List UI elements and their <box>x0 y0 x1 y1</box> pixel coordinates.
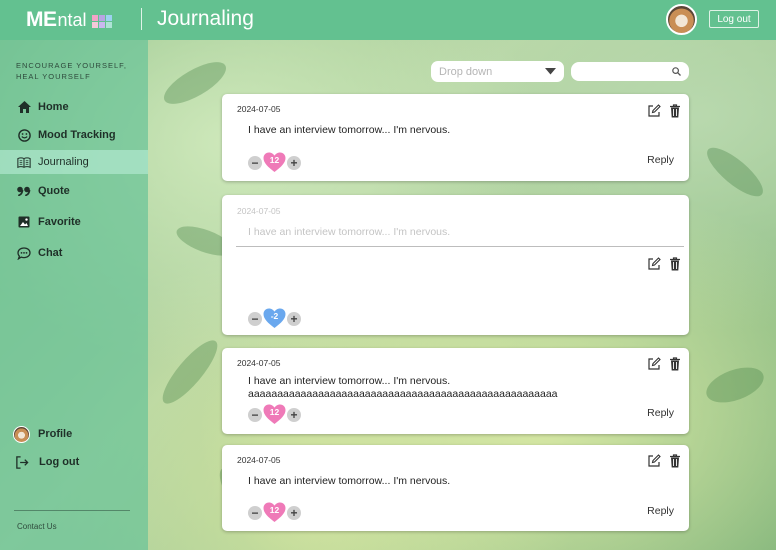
dropdown-placeholder: Drop down <box>439 65 493 78</box>
entry-text: I have an interview tomorrow... I'm nerv… <box>248 375 451 387</box>
sidebar-item-label: Mood Tracking <box>38 129 116 141</box>
entry-text: I have an interview tomorrow... I'm nerv… <box>248 475 451 487</box>
sidebar-item-home[interactable]: Home <box>0 95 148 119</box>
entry-text: I have an interview tomorrow... I'm nerv… <box>248 124 451 136</box>
trash-icon[interactable] <box>669 257 681 271</box>
logout-icon <box>15 455 29 469</box>
heart-score: 12 <box>263 502 286 523</box>
search-icon <box>672 67 681 76</box>
vote-control: − 12 + <box>248 502 301 523</box>
score-value: -2 <box>270 311 279 321</box>
profile-avatar <box>13 425 30 443</box>
sidebar-item-label: Favorite <box>38 216 81 228</box>
top-bar: ME ntal Journaling Log out <box>0 0 776 40</box>
edit-underline <box>236 246 684 247</box>
sidebar-item-label: Chat <box>38 247 63 259</box>
edit-icon[interactable] <box>647 357 661 371</box>
vote-control: − 12 + <box>248 404 301 425</box>
sidebar-item-favorite[interactable]: Favorite <box>0 210 148 234</box>
entry-edit-input[interactable]: I have an interview tomorrow... I'm nerv… <box>248 226 450 239</box>
entry-date: 2024-07-05 <box>237 455 281 465</box>
entry-date: 2024-07-05 <box>237 104 281 114</box>
upvote-button[interactable]: + <box>287 155 301 170</box>
score-value: 12 <box>269 407 280 417</box>
trash-icon[interactable] <box>669 104 681 118</box>
entry-date: 2024-07-05 <box>237 206 281 216</box>
reply-button[interactable]: Reply <box>647 407 674 419</box>
header-divider <box>141 8 142 30</box>
sidebar-item-label: Profile <box>38 428 73 440</box>
journal-entry-card: 2024-07-05 I have an interview tomorrow.… <box>222 94 689 181</box>
score-value: 12 <box>269 155 280 165</box>
logo-text: ntal <box>57 9 87 30</box>
upvote-button[interactable]: + <box>287 407 301 422</box>
edit-icon[interactable] <box>647 257 661 271</box>
edit-icon[interactable] <box>647 104 661 118</box>
chat-bubble-icon <box>17 246 31 260</box>
downvote-button[interactable]: − <box>248 311 262 326</box>
search-input[interactable] <box>571 62 689 81</box>
header-logout-button[interactable]: Log out <box>709 10 759 28</box>
reply-button[interactable]: Reply <box>647 154 674 166</box>
vote-control: − 12 + <box>248 152 301 173</box>
filter-dropdown[interactable]: Drop down <box>431 61 564 82</box>
edit-icon[interactable] <box>647 454 661 468</box>
downvote-button[interactable]: − <box>248 407 262 422</box>
entry-date: 2024-07-05 <box>237 358 281 368</box>
upvote-button[interactable]: + <box>287 311 301 326</box>
heart-score: -2 <box>263 308 286 329</box>
sidebar-item-journaling[interactable]: Journaling <box>0 150 148 174</box>
downvote-button[interactable]: − <box>248 155 262 170</box>
reply-button[interactable]: Reply <box>647 505 674 517</box>
journal-entry-card: 2024-07-05 I have an interview tomorrow.… <box>222 445 689 531</box>
vote-control: − -2 + <box>248 308 301 329</box>
home-icon <box>17 100 31 114</box>
sidebar-item-label: Quote <box>38 185 70 197</box>
tagline-line-2: HEAL YOURSELF <box>16 72 91 81</box>
sidebar-item-label: Journaling <box>38 156 89 168</box>
sidebar-item-chat[interactable]: Chat <box>0 241 148 265</box>
sidebar-item-quote[interactable]: Quote <box>0 179 148 203</box>
app-logo[interactable]: ME ntal <box>26 8 112 32</box>
quote-icon <box>17 184 31 198</box>
sidebar-item-mood-tracking[interactable]: Mood Tracking <box>0 123 148 147</box>
score-value: 12 <box>269 505 280 515</box>
logo-squares-icon <box>91 15 112 28</box>
entry-text-line-2: aaaaaaaaaaaaaaaaaaaaaaaaaaaaaaaaaaaaaaaa… <box>248 388 558 400</box>
image-icon <box>17 215 31 229</box>
user-avatar[interactable] <box>666 4 697 35</box>
sidebar-item-label: Home <box>38 101 69 113</box>
upvote-button[interactable]: + <box>287 505 301 520</box>
journal-entry-card-editing: 2024-07-05 I have an interview tomorrow.… <box>222 195 689 335</box>
page-title: Journaling <box>157 7 254 30</box>
tagline: ENCOURAGE YOURSELF, HEAL YOURSELF <box>16 60 127 82</box>
downvote-button[interactable]: − <box>248 505 262 520</box>
smiley-icon <box>17 128 31 142</box>
contact-us-link[interactable]: Contact Us <box>17 522 57 531</box>
trash-icon[interactable] <box>669 454 681 468</box>
logo-me: ME <box>26 8 57 31</box>
sidebar-divider <box>14 510 130 511</box>
sidebar-item-profile[interactable]: Profile <box>0 422 148 446</box>
journal-entry-card: 2024-07-05 I have an interview tomorrow.… <box>222 348 689 434</box>
sidebar-item-logout[interactable]: Log out <box>0 450 148 474</box>
trash-icon[interactable] <box>669 357 681 371</box>
heart-score: 12 <box>263 152 286 173</box>
book-icon <box>17 155 31 169</box>
chevron-down-icon <box>545 68 556 75</box>
tagline-line-1: ENCOURAGE YOURSELF, <box>16 61 127 70</box>
sidebar-item-label: Log out <box>39 456 80 468</box>
sidebar: ENCOURAGE YOURSELF, HEAL YOURSELF Home M… <box>0 40 148 550</box>
heart-score: 12 <box>263 404 286 425</box>
